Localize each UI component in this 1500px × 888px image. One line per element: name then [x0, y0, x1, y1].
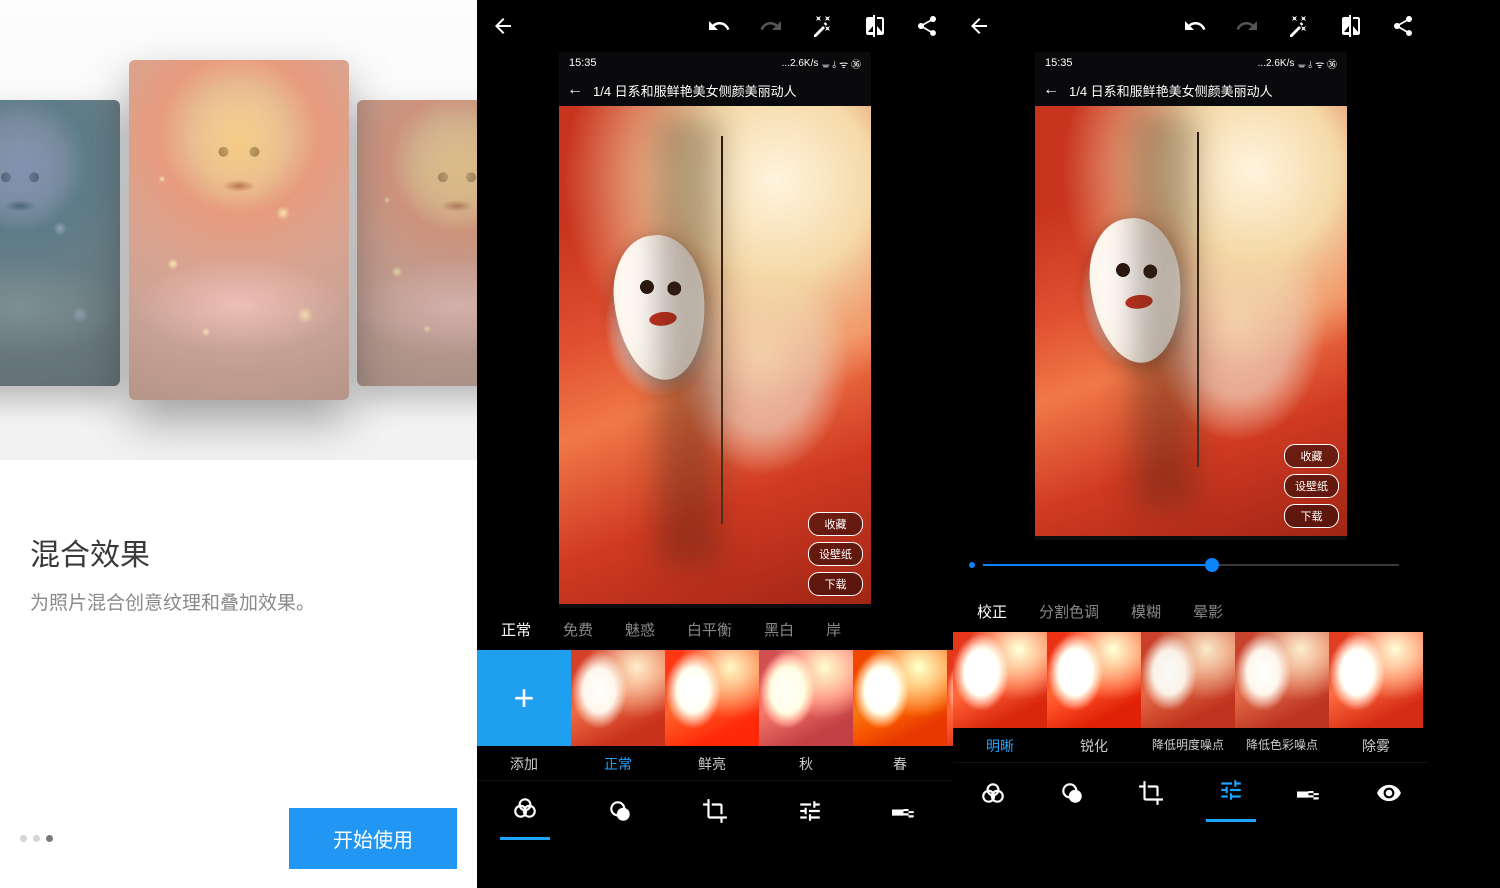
image-title-bar: ← 1/4 日系和服鲜艳美女侧颜美丽动人 — [1035, 74, 1347, 106]
image-content: 收藏 设壁纸 下载 — [559, 106, 871, 604]
back-small-icon[interactable]: ← — [567, 81, 583, 99]
tab-splittone[interactable]: 分割色调 — [1023, 601, 1115, 622]
status-time: 15:35 — [1045, 57, 1073, 69]
tab-charm[interactable]: 魅惑 — [609, 619, 671, 640]
wallpaper-pill[interactable]: 设壁纸 — [1284, 474, 1339, 498]
edited-image[interactable]: 15:35 ...2.6K/sᚚ ⫰ ᯤ ㊱ ← 1/4 日系和服鲜艳美女侧颜美… — [1035, 52, 1347, 540]
adjust-icon[interactable] — [797, 798, 823, 824]
undo-icon[interactable] — [1183, 14, 1207, 38]
filter-category-tabs: 正常 免费 魅惑 白平衡 黑白 岸 — [477, 608, 953, 650]
slider-start-dot — [969, 562, 975, 568]
wallpaper-pill[interactable]: 设壁纸 — [808, 542, 863, 566]
top-bar — [477, 0, 953, 52]
image-title: 1/4 日系和服鲜艳美女侧颜美丽动人 — [593, 81, 797, 100]
thumb-dehaze[interactable]: 除雾 — [1329, 632, 1423, 762]
tab-correction[interactable]: 校正 — [961, 601, 1023, 622]
looks-icon[interactable] — [980, 780, 1006, 806]
dot[interactable] — [20, 835, 27, 842]
undo-icon[interactable] — [707, 14, 731, 38]
back-icon[interactable] — [967, 14, 991, 38]
looks-icon[interactable] — [512, 795, 538, 821]
tab-free[interactable]: 免费 — [547, 619, 609, 640]
bottom-nav — [477, 780, 953, 840]
crop-icon[interactable] — [1138, 780, 1164, 806]
tab-normal[interactable]: 正常 — [485, 619, 547, 640]
thumb-color-noise[interactable]: 降低色彩噪点 — [1235, 632, 1329, 762]
share-icon[interactable] — [915, 14, 939, 38]
carousel-card-left — [0, 100, 120, 386]
onboarding-title: 混合效果 — [30, 530, 447, 574]
editor-adjust-panel: 15:35 ...2.6K/sᚚ ⫰ ᯤ ㊱ ← 1/4 日系和服鲜艳美女侧颜美… — [953, 0, 1429, 888]
adjust-icon[interactable] — [1218, 777, 1244, 803]
filter-thumbnails: + 添加 正常 鲜亮 秋 春 — [477, 650, 953, 780]
status-time: 15:35 — [569, 57, 597, 69]
status-bar: 15:35 ...2.6K/sᚚ ⫰ ᯤ ㊱ — [559, 52, 871, 74]
tab-bw[interactable]: 黑白 — [748, 619, 810, 640]
back-small-icon[interactable]: ← — [1043, 81, 1059, 99]
eye-icon[interactable] — [1376, 780, 1402, 806]
favorite-pill[interactable]: 收藏 — [1284, 444, 1339, 468]
bottom-nav — [953, 762, 1429, 822]
adjust-category-tabs: 校正 分割色调 模糊 晕影 — [953, 590, 1429, 632]
thumb-luma-noise[interactable]: 降低明度噪点 — [1141, 632, 1235, 762]
slider-track[interactable] — [983, 564, 1399, 566]
onboarding-panel: 混合效果 为照片混合创意纹理和叠加效果。 开始使用 — [0, 0, 477, 888]
compare-icon[interactable] — [1339, 14, 1363, 38]
crop-icon[interactable] — [702, 798, 728, 824]
carousel-card-center — [129, 60, 349, 400]
overlay-icon[interactable] — [1059, 780, 1085, 806]
overlay-icon[interactable] — [607, 798, 633, 824]
edited-image[interactable]: 15:35 ...2.6K/sᚚ ⫰ ᯤ ㊱ ← 1/4 日系和服鲜艳美女侧颜美… — [559, 52, 871, 608]
back-icon[interactable] — [491, 14, 515, 38]
tab-blur[interactable]: 模糊 — [1115, 601, 1177, 622]
compare-icon[interactable] — [863, 14, 887, 38]
heal-icon[interactable] — [1297, 780, 1323, 806]
thumb-autumn[interactable]: 秋 — [759, 650, 853, 780]
thumb-add[interactable]: + 添加 — [477, 650, 571, 780]
redo-icon — [759, 14, 783, 38]
magic-wand-icon[interactable] — [811, 14, 835, 38]
editor-filters-panel: 15:35 ...2.6K/sᚚ ⫰ ᯤ ㊱ ← 1/4 日系和服鲜艳美女侧颜美… — [477, 0, 953, 888]
onboarding-subtitle: 为照片混合创意纹理和叠加效果。 — [30, 590, 447, 619]
image-title-bar: ← 1/4 日系和服鲜艳美女侧颜美丽动人 — [559, 74, 871, 106]
heal-icon[interactable] — [892, 798, 918, 824]
page-dots — [20, 835, 53, 842]
download-pill[interactable]: 下载 — [808, 572, 863, 596]
thumb-normal[interactable]: 正常 — [571, 650, 665, 780]
dot-active[interactable] — [46, 835, 53, 842]
thumb-vivid[interactable]: 鲜亮 — [665, 650, 759, 780]
share-icon[interactable] — [1391, 14, 1415, 38]
adjustment-slider[interactable] — [953, 540, 1429, 590]
download-pill[interactable]: 下载 — [1284, 504, 1339, 528]
plus-icon: + — [513, 677, 534, 719]
adjust-thumbnails: 明晰 锐化 降低明度噪点 降低色彩噪点 除雾 — [953, 632, 1429, 762]
dot[interactable] — [33, 835, 40, 842]
magic-wand-icon[interactable] — [1287, 14, 1311, 38]
thumb-spring[interactable]: 春 — [853, 650, 947, 780]
status-bar: 15:35 ...2.6K/sᚚ ⫰ ᯤ ㊱ — [1035, 52, 1347, 74]
image-title: 1/4 日系和服鲜艳美女侧颜美丽动人 — [1069, 81, 1273, 100]
image-content: 收藏 设壁纸 下载 — [1035, 106, 1347, 536]
carousel-card-right — [357, 100, 477, 386]
favorite-pill[interactable]: 收藏 — [808, 512, 863, 536]
slider-thumb[interactable] — [1205, 558, 1219, 572]
redo-icon — [1235, 14, 1259, 38]
thumb-clarity[interactable]: 明晰 — [953, 632, 1047, 762]
tab-shore[interactable]: 岸 — [810, 619, 857, 640]
start-button[interactable]: 开始使用 — [289, 808, 457, 869]
thumb-sharpen[interactable]: 锐化 — [1047, 632, 1141, 762]
tab-vignette[interactable]: 晕影 — [1177, 601, 1239, 622]
onboarding-carousel[interactable] — [0, 0, 477, 460]
tab-whitebalance[interactable]: 白平衡 — [671, 619, 748, 640]
top-bar — [953, 0, 1429, 52]
